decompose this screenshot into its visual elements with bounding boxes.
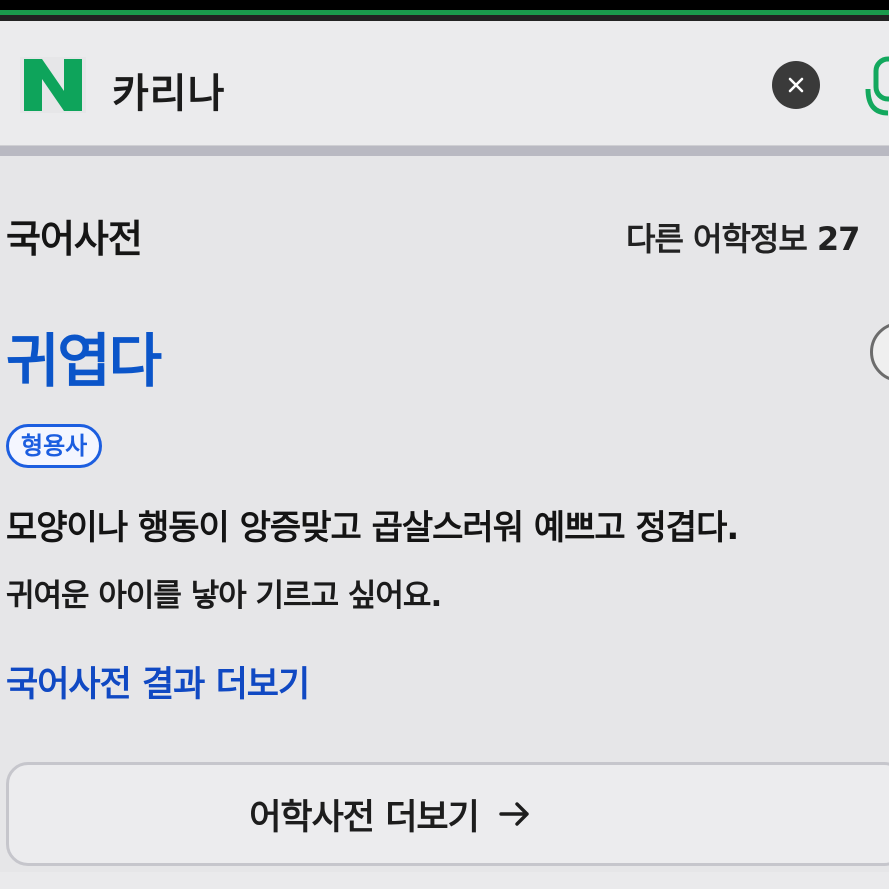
part-of-speech-badge: 형용사 bbox=[6, 424, 103, 468]
section-title: 국어사전 bbox=[6, 217, 143, 261]
example-sentence: 귀여운 아이를 낳아 기르고 싶어요. bbox=[6, 578, 442, 614]
headword[interactable]: 귀엽다 bbox=[6, 314, 162, 398]
bottom-edge bbox=[0, 872, 889, 889]
clear-search-button[interactable] bbox=[772, 61, 820, 109]
top-border bbox=[0, 0, 889, 10]
search-bar[interactable]: 카리나 bbox=[0, 21, 889, 146]
close-icon bbox=[788, 77, 804, 93]
microphone-icon[interactable] bbox=[862, 51, 889, 127]
screen: 카리나 국어사전 다른 어학정보 27 귀엽다 형용사 모양이나 행동이 앙증맞… bbox=[0, 0, 889, 889]
dictionary-card: 국어사전 다른 어학정보 27 귀엽다 형용사 모양이나 행동이 앙증맞고 곱살… bbox=[0, 156, 889, 889]
more-button-label: 어학사전 더보기 bbox=[249, 797, 480, 838]
language-dictionary-more-button[interactable]: 어학사전 더보기 bbox=[6, 762, 889, 866]
search-query[interactable]: 카리나 bbox=[112, 61, 225, 119]
arrow-right-icon bbox=[499, 802, 529, 826]
naver-logo-icon[interactable] bbox=[20, 57, 86, 113]
dictionary-more-link[interactable]: 국어사전 결과 더보기 bbox=[6, 656, 310, 707]
pronunciation-button[interactable] bbox=[870, 322, 889, 382]
section-divider bbox=[0, 146, 889, 156]
other-dictionary-info-link[interactable]: 다른 어학정보 27 bbox=[626, 214, 860, 260]
definition-text: 모양이나 행동이 앙증맞고 곱살스러워 예쁘고 정겹다. bbox=[6, 508, 739, 548]
